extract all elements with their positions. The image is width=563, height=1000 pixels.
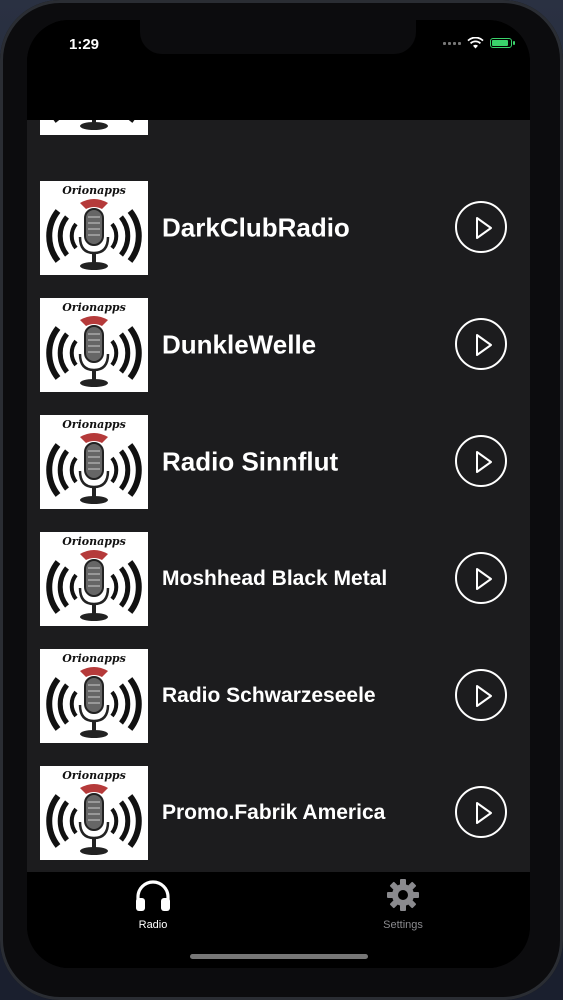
station-row[interactable]: Orionapps DarkClubRadio (27, 181, 530, 298)
status-icons (443, 37, 515, 49)
tab-radio-label: Radio (138, 919, 168, 931)
tab-radio[interactable]: Radio (108, 878, 198, 931)
station-logo-brand: Orionapps (62, 184, 126, 197)
station-logo-brand: Orionapps (62, 652, 126, 665)
gear-icon (387, 879, 419, 911)
phone-frame: Orionapps Orionapps DarkClubRadio Orionap… (0, 0, 563, 1000)
play-button[interactable] (455, 786, 507, 838)
play-button[interactable] (455, 435, 507, 487)
station-row[interactable]: Orionapps (27, 120, 530, 158)
station-row[interactable]: Orionapps Promo.Fabrik America (27, 766, 530, 872)
signal-icon (443, 41, 461, 45)
station-name: Moshhead Black Metal (162, 567, 388, 590)
station-logo-brand: Orionapps (62, 301, 126, 314)
station-row[interactable]: Orionapps Radio Schwarzeseele (27, 649, 530, 766)
station-name: Radio Schwarzeseele (162, 684, 376, 707)
screen: Orionapps Orionapps DarkClubRadio Orionap… (27, 20, 530, 968)
station-row[interactable]: Orionapps Moshhead Black Metal (27, 532, 530, 649)
station-logo: Orionapps (40, 649, 148, 743)
play-icon (476, 802, 492, 824)
station-name: Promo.Fabrik America (162, 801, 386, 824)
battery-icon (490, 38, 515, 48)
notch (140, 20, 416, 54)
station-logo: Orionapps (40, 766, 148, 860)
play-button[interactable] (455, 318, 507, 370)
station-logo: Orionapps (40, 120, 148, 135)
play-icon (476, 334, 492, 356)
station-name: DunkleWelle (162, 329, 317, 360)
tab-settings-label: Settings (383, 919, 423, 931)
play-button[interactable] (455, 669, 507, 721)
home-indicator (190, 954, 368, 959)
station-name: Radio Sinnflut (162, 446, 339, 477)
play-icon (476, 217, 492, 239)
wifi-icon (467, 37, 484, 49)
play-icon (476, 451, 492, 473)
station-logo: Orionapps (40, 298, 148, 392)
play-button[interactable] (455, 201, 507, 253)
tab-bar: Radio Settings (27, 872, 530, 968)
status-time: 1:29 (69, 36, 100, 53)
headphones-icon (136, 880, 170, 911)
station-logo-brand: Orionapps (62, 769, 126, 782)
station-logo-brand: Orionapps (62, 535, 126, 548)
station-list[interactable]: Orionapps Orionapps DarkClubRadio Orionap… (27, 120, 530, 872)
station-row[interactable]: Orionapps Radio Sinnflut (27, 415, 530, 532)
station-logo: Orionapps (40, 532, 148, 626)
station-logo: Orionapps (40, 415, 148, 509)
tab-settings[interactable]: Settings (358, 878, 448, 931)
station-logo-brand: Orionapps (62, 418, 126, 431)
station-logo: Orionapps (40, 181, 148, 275)
station-name: DarkClubRadio (162, 212, 350, 243)
play-icon (476, 568, 492, 590)
play-button[interactable] (455, 552, 507, 604)
station-row[interactable]: Orionapps DunkleWelle (27, 298, 530, 415)
play-icon (476, 685, 492, 707)
